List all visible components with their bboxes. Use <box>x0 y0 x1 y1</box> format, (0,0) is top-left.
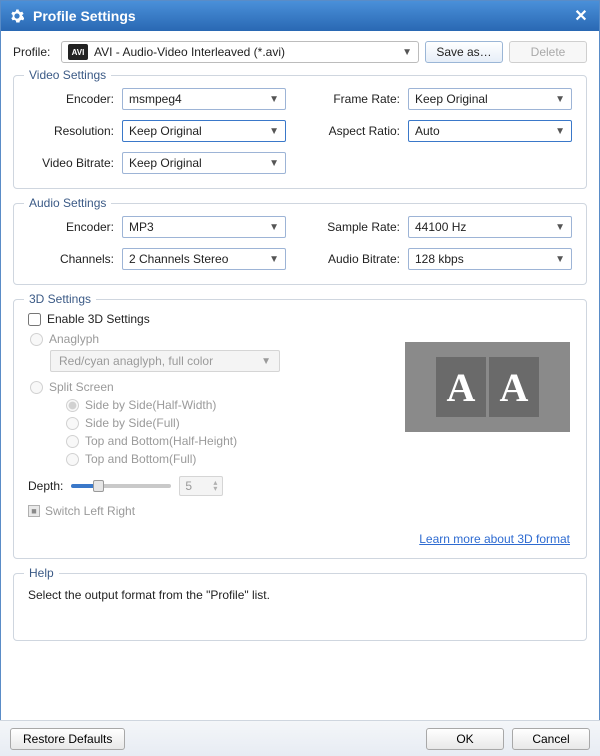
chevron-down-icon: ▼ <box>555 222 565 233</box>
tb-half-radio <box>66 435 79 448</box>
sbs-half-radio <box>66 399 79 412</box>
audio-encoder-label: Encoder: <box>28 220 114 234</box>
video-group-title: Video Settings <box>24 68 111 82</box>
spinner-arrows-icon: ▴▾ <box>213 480 217 492</box>
restore-defaults-button[interactable]: Restore Defaults <box>10 728 125 750</box>
chevron-down-icon: ▼ <box>269 158 279 169</box>
video-bitrate-label: Video Bitrate: <box>28 156 114 170</box>
video-bitrate-dropdown[interactable]: Keep Original▼ <box>122 152 286 174</box>
learn-more-link[interactable]: Learn more about 3D format <box>419 532 570 546</box>
3d-settings-group: 3D Settings Enable 3D Settings Anaglyph … <box>13 299 587 559</box>
titlebar: Profile Settings ✕ <box>1 1 599 31</box>
footer: Restore Defaults OK Cancel <box>0 720 600 756</box>
profile-row: Profile: AVI AVI - Audio-Video Interleav… <box>13 41 587 63</box>
chevron-down-icon: ▼ <box>555 126 565 137</box>
video-encoder-dropdown[interactable]: msmpeg4▼ <box>122 88 286 110</box>
anaglyph-radio <box>30 333 43 346</box>
3d-group-title: 3D Settings <box>24 292 96 306</box>
anaglyph-mode-dropdown: Red/cyan anaglyph, full color▼ <box>50 350 280 372</box>
sample-rate-dropdown[interactable]: 44100 Hz▼ <box>408 216 572 238</box>
depth-label: Depth: <box>28 479 63 493</box>
audio-bitrate-label: Audio Bitrate: <box>314 252 400 266</box>
preview-right-glyph: A <box>489 357 539 417</box>
sample-rate-label: Sample Rate: <box>314 220 400 234</box>
tb-full-radio <box>66 453 79 466</box>
save-as-button[interactable]: Save as… <box>425 41 503 63</box>
frame-rate-label: Frame Rate: <box>314 92 400 106</box>
video-settings-group: Video Settings Encoder: msmpeg4▼ Frame R… <box>13 75 587 189</box>
chevron-down-icon: ▼ <box>269 222 279 233</box>
audio-encoder-dropdown[interactable]: MP3▼ <box>122 216 286 238</box>
window-title: Profile Settings <box>33 8 571 24</box>
switch-lr-label: Switch Left Right <box>45 504 135 518</box>
profile-dropdown[interactable]: AVI AVI - Audio-Video Interleaved (*.avi… <box>61 41 419 63</box>
resolution-dropdown[interactable]: Keep Original▼ <box>122 120 286 142</box>
slider-thumb[interactable] <box>93 480 104 492</box>
close-icon[interactable]: ✕ <box>571 6 591 26</box>
chevron-down-icon: ▼ <box>269 254 279 265</box>
frame-rate-dropdown[interactable]: Keep Original▼ <box>408 88 572 110</box>
dialog-content: Profile: AVI AVI - Audio-Video Interleav… <box>1 31 599 647</box>
channels-label: Channels: <box>28 252 114 266</box>
aspect-ratio-label: Aspect Ratio: <box>314 124 400 138</box>
ok-button[interactable]: OK <box>426 728 504 750</box>
chevron-down-icon: ▼ <box>261 356 271 367</box>
avi-format-icon: AVI <box>68 44 88 60</box>
help-text: Select the output format from the "Profi… <box>28 588 572 602</box>
enable-3d-label: Enable 3D Settings <box>47 312 150 326</box>
resolution-label: Resolution: <box>28 124 114 138</box>
depth-slider[interactable] <box>71 484 171 488</box>
cancel-button[interactable]: Cancel <box>512 728 590 750</box>
channels-dropdown[interactable]: 2 Channels Stereo▼ <box>122 248 286 270</box>
split-screen-label: Split Screen <box>49 380 114 394</box>
profile-label: Profile: <box>13 45 55 59</box>
depth-spinner: 5▴▾ <box>179 476 223 496</box>
sbs-full-radio <box>66 417 79 430</box>
chevron-down-icon: ▼ <box>555 254 565 265</box>
audio-group-title: Audio Settings <box>24 196 111 210</box>
profile-value: AVI - Audio-Video Interleaved (*.avi) <box>94 45 285 59</box>
aspect-ratio-dropdown[interactable]: Auto▼ <box>408 120 572 142</box>
video-encoder-label: Encoder: <box>28 92 114 106</box>
audio-bitrate-dropdown[interactable]: 128 kbps▼ <box>408 248 572 270</box>
chevron-down-icon: ▼ <box>269 126 279 137</box>
audio-settings-group: Audio Settings Encoder: MP3▼ Sample Rate… <box>13 203 587 285</box>
help-group: Help Select the output format from the "… <box>13 573 587 641</box>
enable-3d-checkbox[interactable] <box>28 313 41 326</box>
split-screen-radio <box>30 381 43 394</box>
gear-icon <box>9 8 25 24</box>
anaglyph-label: Anaglyph <box>49 332 99 346</box>
chevron-down-icon: ▼ <box>402 47 412 58</box>
preview-left-glyph: A <box>436 357 486 417</box>
delete-button: Delete <box>509 41 587 63</box>
chevron-down-icon: ▼ <box>269 94 279 105</box>
switch-lr-checkbox: ■ <box>28 505 40 517</box>
help-title: Help <box>24 566 59 580</box>
3d-preview: A A <box>405 342 570 432</box>
chevron-down-icon: ▼ <box>555 94 565 105</box>
